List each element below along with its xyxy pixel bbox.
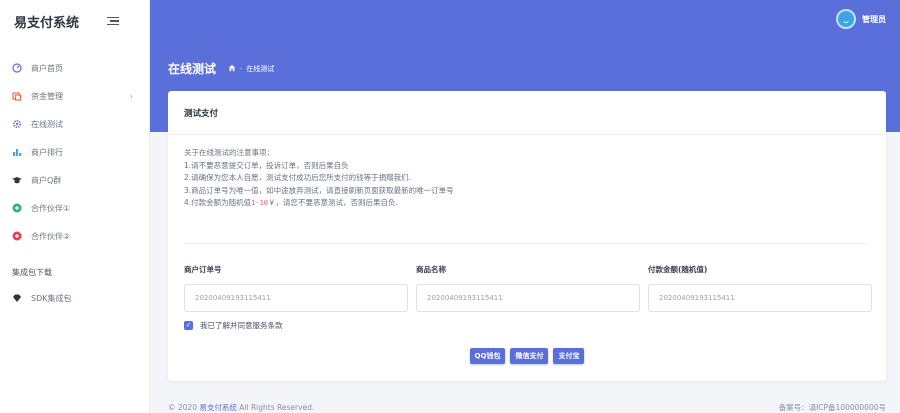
sidebar-item-ranking[interactable]: 商户排行 [0, 138, 149, 166]
note-4-suffix: ￥，请您不要恶意测试，否则后果自负. [268, 198, 398, 208]
app-title: 易支付系统 [14, 15, 80, 31]
graduation-cap-icon [12, 175, 22, 185]
diamond-icon [12, 293, 22, 303]
partner-icon-2 [12, 231, 22, 241]
sidebar-item-label: 在线测试 [31, 119, 63, 129]
sidebar-item-label: 合作伙伴② [31, 231, 71, 241]
sidebar: 易支付系统 商户首页 资金管理 › 在线测试 商户排行 商户Q群 合作伙伴① 合… [0, 0, 150, 413]
test-payment-card: 测试支付 关于在线测试的注意事项： 1.请不要恶意提交订单，投诉订单，否则后果自… [168, 91, 886, 381]
order-number-input[interactable] [184, 284, 408, 312]
product-name-input[interactable] [416, 284, 640, 312]
sidebar-nav: 商户首页 资金管理 › 在线测试 商户排行 商户Q群 合作伙伴① 合作伙伴② [0, 54, 149, 250]
footer-brand-link[interactable]: 易支付系统 [199, 403, 237, 412]
page-title: 在线测试 [168, 62, 217, 76]
sidebar-section-title: 集成包下载 [12, 267, 52, 277]
amount-label: 付款金额(随机值) [648, 265, 708, 274]
product-name-field-group: 商品名称 [416, 264, 640, 312]
amount-field-group: 付款金额(随机值) [648, 264, 872, 312]
copyright-suffix: All Rights Reserved. [239, 403, 315, 412]
sidebar-item-partner-1[interactable]: 合作伙伴① [0, 194, 149, 222]
sidebar-item-label: 商户排行 [31, 147, 63, 157]
notes: 关于在线测试的注意事项： 1.请不要恶意提交订单，投诉订单，否则后果自负 2.请… [168, 135, 886, 210]
bar-chart-icon [12, 147, 22, 157]
gear-icon [12, 119, 22, 129]
breadcrumb: · 在线测试 [228, 64, 274, 74]
sidebar-item-partner-2[interactable]: 合作伙伴② [0, 222, 149, 250]
breadcrumb-separator: · [240, 64, 243, 73]
sidebar-item-label: SDK集成包 [31, 293, 72, 303]
product-name-label: 商品名称 [416, 265, 446, 274]
note-4-prefix: 4.付款金额为随机值 [184, 198, 252, 208]
sidebar-item-funds[interactable]: 资金管理 › [0, 82, 149, 110]
footer-icp: 备案号：滇ICP备100000000号 [778, 403, 886, 412]
sidebar-item-label: 商户首页 [31, 63, 63, 73]
footer-copyright: © 2020 易支付系统 All Rights Reserved. [168, 402, 314, 413]
chevron-right-icon: › [129, 91, 133, 101]
breadcrumb-current: 在线测试 [246, 64, 275, 73]
sidebar-item-merchant-home[interactable]: 商户首页 [0, 54, 149, 82]
payment-buttons: QQ钱包 微信支付 支付宝 [168, 348, 886, 364]
user-menu[interactable]: 管理员 [836, 9, 886, 29]
note-line: 1.请不要恶意提交订单，投诉订单，否则后果自负 [184, 160, 349, 170]
sidebar-item-qq-group[interactable]: 商户Q群 [0, 166, 149, 194]
note-line: 2.请确保为您本人自愿，测试支付成功后您所支付的钱等于捐赠我们. [184, 173, 412, 183]
amount-input[interactable] [648, 284, 872, 312]
card-title: 测试支付 [168, 91, 886, 135]
wechat-pay-button[interactable]: 微信支付 [510, 348, 549, 364]
sidebar-downloads: SDK集成包 [0, 284, 149, 312]
notes-heading: 关于在线测试的注意事项： [184, 148, 274, 157]
note-line: 4.付款金额为随机值1-10￥，请您不要恶意测试，否则后果自负. [184, 197, 870, 210]
menu-toggle-icon[interactable] [107, 16, 119, 26]
terms-checkbox[interactable]: ✓ [184, 321, 193, 330]
copyright-prefix: © 2020 [168, 403, 197, 412]
sidebar-item-label: 商户Q群 [31, 175, 62, 185]
order-number-label: 商户订单号 [184, 265, 222, 274]
terms-agreement[interactable]: ✓ 我已了解并同意服务条款 [184, 320, 283, 331]
home-icon[interactable] [228, 64, 236, 74]
order-fields: 商户订单号 商品名称 付款金额(随机值) [184, 264, 872, 312]
sidebar-item-online-test[interactable]: 在线测试 [0, 110, 149, 138]
divider [184, 243, 870, 244]
partner-icon-1 [12, 203, 22, 213]
note-line: 3.商品订单号为唯一值，如中途放弃测试，请直接刷新页面获取最新的唯一订单号 [184, 185, 454, 195]
wallet-icon [12, 91, 22, 101]
avatar [836, 9, 856, 29]
sidebar-item-sdk[interactable]: SDK集成包 [0, 284, 149, 312]
alipay-button[interactable]: 支付宝 [553, 348, 585, 364]
qq-wallet-button[interactable]: QQ钱包 [469, 348, 506, 364]
page-header: 在线测试 · 在线测试 [168, 60, 274, 77]
sidebar-item-label: 资金管理 [31, 91, 63, 101]
dashboard-icon [12, 63, 22, 73]
amount-range: 1-10 [251, 199, 269, 208]
brand: 易支付系统 [0, 0, 149, 42]
sidebar-item-label: 合作伙伴① [31, 203, 71, 213]
user-name: 管理员 [862, 14, 886, 24]
terms-label: 我已了解并同意服务条款 [200, 321, 283, 330]
order-number-field-group: 商户订单号 [184, 264, 408, 312]
